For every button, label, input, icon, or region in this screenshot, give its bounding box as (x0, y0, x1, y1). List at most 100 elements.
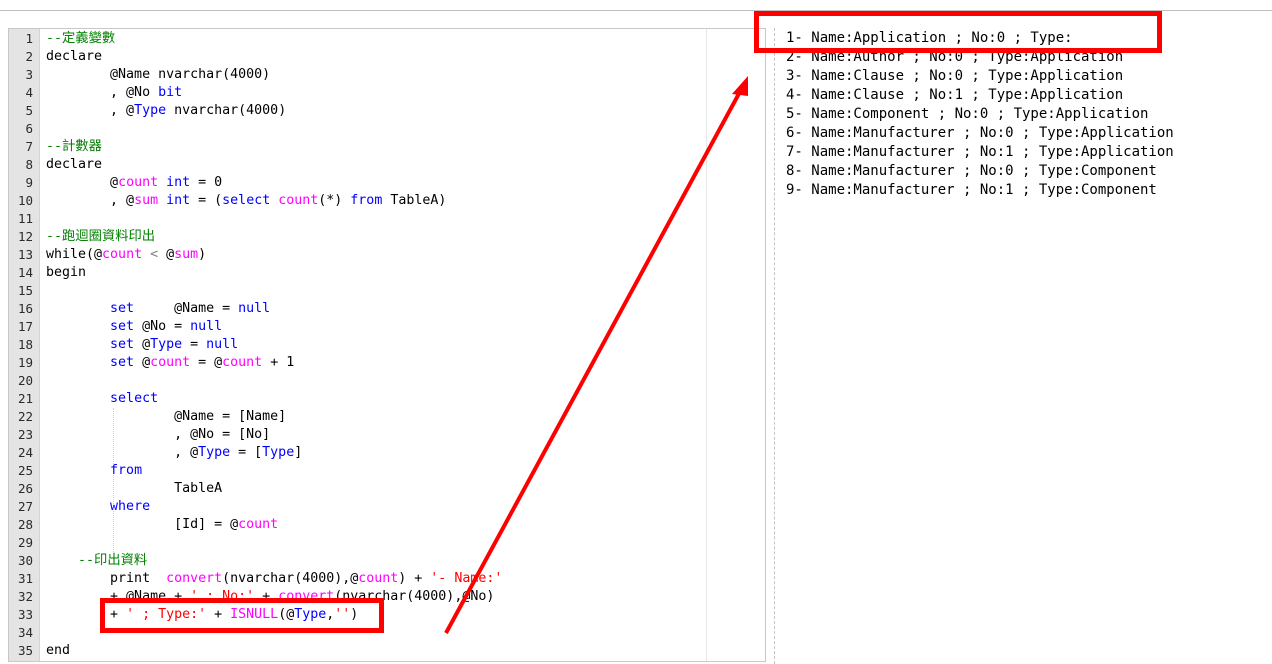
line-number: 5 (25, 103, 33, 118)
line-text: where (46, 498, 150, 516)
code-line[interactable]: 35 end (9, 642, 765, 660)
code-line[interactable]: 9 @count int = 0 (9, 174, 765, 192)
token: where (110, 499, 151, 514)
code-line[interactable]: 7 --計數器 (9, 138, 765, 156)
line-number: 12 (17, 229, 33, 244)
token: ) (278, 103, 287, 118)
token: --跑迴圈資料印出 (46, 229, 156, 244)
line-number: 33 (17, 607, 33, 622)
line-number: 10 (17, 193, 33, 208)
code-line[interactable]: 21 select (9, 390, 765, 408)
code-line[interactable]: 5 , @Type nvarchar(4000) (9, 102, 765, 120)
code-line[interactable]: 30 --印出資料 (9, 552, 765, 570)
code-line[interactable]: 18 set @Type = null (9, 336, 765, 354)
output-line: 3- Name:Clause ; No:0 ; Type:Application (786, 68, 1124, 84)
line-number: 30 (17, 553, 33, 568)
line-text: TableA (46, 480, 222, 498)
pane-splitter[interactable] (774, 28, 775, 664)
code-line[interactable]: 26 TableA (9, 480, 765, 498)
token: , @ (46, 445, 199, 460)
code-line[interactable]: 1 --定義變數 (9, 30, 765, 48)
line-text: --印出資料 (46, 552, 147, 570)
line-number: 19 (17, 355, 33, 370)
line-number: 21 (17, 391, 33, 406)
token: @Name nvarchar( (46, 67, 231, 82)
code-line[interactable]: 31 print convert(nvarchar(4000),@count) … (9, 570, 765, 588)
token: --計數器 (46, 139, 102, 154)
token: null (238, 301, 271, 316)
line-text: @Name nvarchar(4000) (46, 66, 270, 84)
code-line[interactable]: 8 declare (9, 156, 765, 174)
line-number: 20 (17, 373, 33, 388)
token: ) + (398, 571, 431, 586)
code-highlight-box (100, 598, 384, 633)
line-number: 25 (17, 463, 33, 478)
line-number: 8 (25, 157, 33, 172)
code-line[interactable]: 19 set @count = @count + 1 (9, 354, 765, 372)
line-number: 18 (17, 337, 33, 352)
output-line: 6- Name:Manufacturer ; No:0 ; Type:Appli… (786, 125, 1174, 141)
token: from (110, 463, 143, 478)
token: + 1 (262, 355, 295, 370)
token: set (110, 355, 135, 370)
line-text: while(@count < @sum) (46, 246, 206, 264)
code-line[interactable]: 22 @Name = [Name] (9, 408, 765, 426)
token: select (222, 193, 271, 208)
code-line[interactable]: 27 where (9, 498, 765, 516)
token: Type (134, 103, 167, 118)
code-line[interactable]: 11 (9, 210, 765, 228)
line-number: 35 (17, 643, 33, 658)
token: print (46, 571, 167, 586)
code-line[interactable]: 12 --跑迴圈資料印出 (9, 228, 765, 246)
code-line[interactable]: 16 set @Name = null (9, 300, 765, 318)
line-number: 23 (17, 427, 33, 442)
output-line: 8- Name:Manufacturer ; No:0 ; Type:Compo… (786, 163, 1157, 179)
token: count (150, 355, 191, 370)
token: null (206, 337, 239, 352)
token: count (222, 355, 263, 370)
code-line[interactable]: 4 , @No bit (9, 84, 765, 102)
code-line[interactable]: 29 (9, 534, 765, 552)
token: @Name = [Name] (46, 409, 287, 424)
code-lines[interactable]: 1 --定義變數 2 declare 3 @Name nvarchar(4000) 4 ,… (9, 30, 765, 660)
code-line[interactable]: 23 , @No = [No] (9, 426, 765, 444)
sql-editor[interactable]: 1 --定義變數 2 declare 3 @Name nvarchar(4000) 4 ,… (8, 28, 766, 662)
token: end (46, 643, 71, 658)
code-line[interactable]: 15 (9, 282, 765, 300)
token: TableA (46, 481, 223, 496)
token: = 0 (190, 175, 223, 190)
code-line[interactable]: 10 , @sum int = (select count(*) from Ta… (9, 192, 765, 210)
token: @No = (134, 319, 191, 334)
token: declare (46, 157, 103, 172)
code-line[interactable]: 2 declare (9, 48, 765, 66)
token: < (142, 247, 167, 262)
token: , @No (46, 85, 159, 100)
code-line[interactable]: 20 (9, 372, 765, 390)
code-line[interactable]: 13 while(@count < @sum) (9, 246, 765, 264)
code-line[interactable]: 28 [Id] = @count (9, 516, 765, 534)
token: (*) (318, 193, 351, 208)
line-number: 3 (25, 67, 33, 82)
token: @Name = (134, 301, 239, 316)
token: ) (262, 67, 271, 82)
line-text: , @No bit (46, 84, 182, 102)
token: [Id] = @ (46, 517, 239, 532)
token: set (110, 337, 135, 352)
output-line: 5- Name:Component ; No:0 ; Type:Applicat… (786, 106, 1149, 122)
code-line[interactable]: 17 set @No = null (9, 318, 765, 336)
code-line[interactable]: 6 (9, 120, 765, 138)
token: nvarchar( (166, 103, 247, 118)
code-line[interactable]: 14 begin (9, 264, 765, 282)
line-text: , @No = [No] (46, 426, 270, 444)
code-line[interactable]: 3 @Name nvarchar(4000) (9, 66, 765, 84)
code-line[interactable]: 24 , @Type = [Type] (9, 444, 765, 462)
messages-output[interactable]: 1- Name:Application ; No:0 ; Type: 2- Nam… (786, 29, 1266, 200)
token: TableA) (382, 193, 447, 208)
code-line[interactable]: 25 from (9, 462, 765, 480)
output-line: 4- Name:Clause ; No:1 ; Type:Application (786, 87, 1124, 103)
